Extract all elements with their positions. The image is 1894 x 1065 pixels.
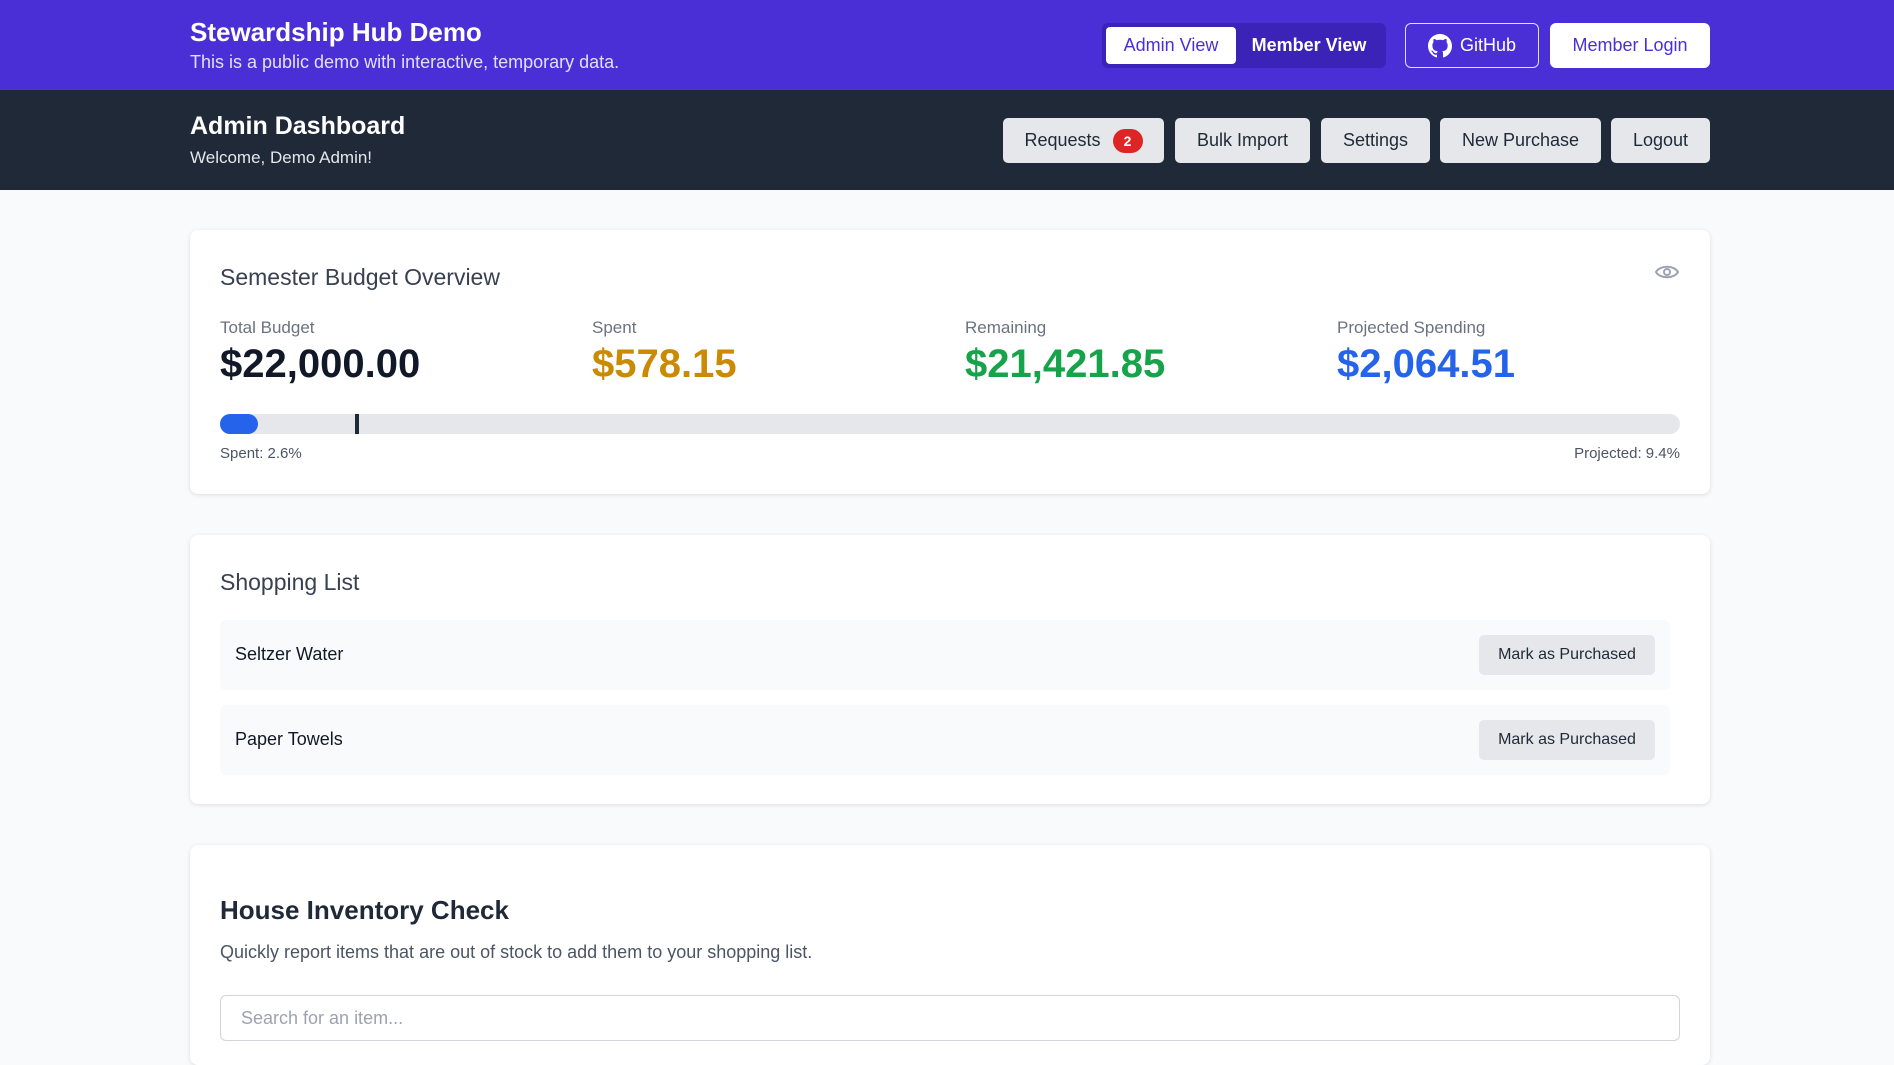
- demo-title: Stewardship Hub Demo: [190, 17, 482, 47]
- shopping-list-title: Shopping List: [220, 569, 360, 595]
- budget-progress-bar: [220, 414, 1680, 434]
- inventory-title: House Inventory Check: [220, 895, 509, 925]
- requests-button[interactable]: Requests 2: [1003, 118, 1164, 163]
- view-toggle: Admin View Member View: [1102, 23, 1386, 68]
- mark-as-purchased-button[interactable]: Mark as Purchased: [1479, 635, 1655, 675]
- new-purchase-button[interactable]: New Purchase: [1440, 118, 1601, 163]
- requests-count-badge: 2: [1112, 128, 1143, 153]
- spent-progress-fill: [220, 414, 258, 434]
- spent-label: Spent: [592, 318, 637, 337]
- search-input[interactable]: [220, 995, 1680, 1041]
- member-login-button[interactable]: Member Login: [1550, 23, 1710, 68]
- budget-title: Semester Budget Overview: [220, 264, 500, 290]
- inventory-check-card: House Inventory Check Quickly report ite…: [190, 845, 1710, 1065]
- list-item: Seltzer Water Mark as Purchased: [220, 620, 1670, 690]
- github-button[interactable]: GitHub: [1405, 23, 1539, 68]
- projected-percent-text: Projected: 9.4%: [1574, 445, 1680, 462]
- total-budget-label: Total Budget: [220, 318, 315, 337]
- admin-view-button[interactable]: Admin View: [1106, 27, 1236, 64]
- member-view-button[interactable]: Member View: [1236, 27, 1382, 64]
- item-name: Seltzer Water: [235, 644, 344, 664]
- welcome-text: Welcome, Demo Admin!: [190, 148, 373, 167]
- settings-button[interactable]: Settings: [1321, 118, 1430, 163]
- mark-as-purchased-button[interactable]: Mark as Purchased: [1479, 720, 1655, 760]
- projected-label: Projected Spending: [1337, 318, 1486, 337]
- remaining-value: $21,421.85: [965, 342, 1166, 386]
- requests-label: Requests: [1024, 130, 1101, 150]
- admin-header: Admin Dashboard Welcome, Demo Admin! Req…: [0, 90, 1894, 190]
- list-item: Paper Towels Mark as Purchased: [220, 705, 1670, 775]
- projected-marker: [355, 414, 360, 434]
- shopping-list-card: Shopping List Seltzer Water Mark as Purc…: [190, 535, 1710, 804]
- github-label: GitHub: [1459, 35, 1517, 55]
- eye-icon[interactable]: [1654, 263, 1680, 286]
- demo-subtitle: This is a public demo with interactive, …: [190, 52, 620, 72]
- logout-button[interactable]: Logout: [1611, 118, 1710, 163]
- item-name: Paper Towels: [235, 729, 343, 749]
- projected-value: $2,064.51: [1337, 342, 1515, 386]
- demo-banner: Stewardship Hub Demo This is a public de…: [0, 0, 1894, 90]
- bulk-import-button[interactable]: Bulk Import: [1175, 118, 1310, 163]
- total-budget-value: $22,000.00: [220, 342, 421, 386]
- inventory-subtitle: Quickly report items that are out of sto…: [220, 942, 813, 962]
- github-icon: [1427, 33, 1452, 57]
- page-title: Admin Dashboard: [190, 112, 406, 140]
- spent-percent-text: Spent: 2.6%: [220, 445, 302, 462]
- budget-overview-card: Semester Budget Overview Total Budget $2…: [190, 230, 1710, 494]
- spent-value: $578.15: [592, 342, 737, 386]
- remaining-label: Remaining: [965, 318, 1047, 337]
